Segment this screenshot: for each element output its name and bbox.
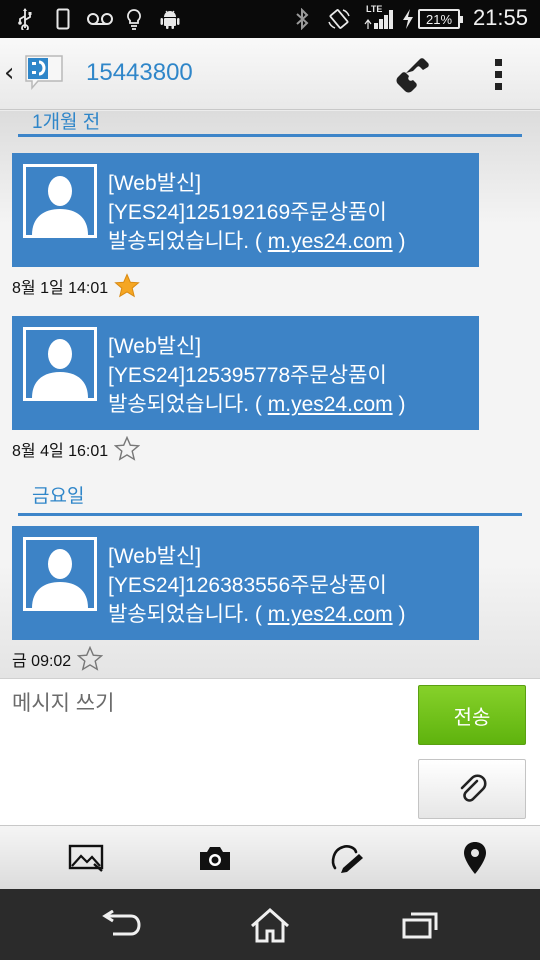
message-link[interactable]: m.yes24.com bbox=[268, 603, 393, 626]
message-line: [YES24]125395778주문상품이 bbox=[108, 364, 387, 387]
message-timestamp: 금 09:02 bbox=[12, 653, 72, 670]
sketch-icon[interactable] bbox=[326, 838, 366, 878]
message-text: [Web발신] [YES24]125395778주문상품이 발송되었습니다. (… bbox=[108, 332, 473, 419]
message-text-fragment: 발송되었습니다. ( bbox=[108, 230, 268, 253]
message-line: [Web발신] bbox=[108, 172, 202, 195]
message-text-fragment: ) bbox=[392, 603, 406, 626]
status-clock: 21:55 bbox=[472, 5, 528, 30]
date-header-label: 1개월 전 bbox=[32, 112, 101, 133]
contact-avatar-icon[interactable] bbox=[23, 164, 97, 238]
message-bubble[interactable]: [Web발신] [YES24]125192169주문상품이 발송되었습니다. (… bbox=[12, 153, 479, 267]
status-bar: LTE 21% 21:55 bbox=[0, 0, 540, 38]
message-line: [YES24]125192169주문상품이 bbox=[108, 201, 387, 224]
message-line: [Web발신] bbox=[108, 335, 202, 358]
conversation-header: ‹ 15443800 bbox=[0, 38, 540, 110]
message-link[interactable]: m.yes24.com bbox=[268, 393, 393, 416]
message-meta: 8월 4일 16:01 bbox=[12, 434, 141, 464]
message-line: 발송되었습니다. ( m.yes24.com ) bbox=[108, 600, 473, 629]
message-timestamp: 8월 4일 16:01 bbox=[12, 443, 109, 460]
charging-icon bbox=[400, 8, 416, 30]
contact-avatar-icon[interactable] bbox=[23, 327, 97, 401]
message-bubble[interactable]: [Web발신] [YES24]125395778주문상품이 발송되었습니다. (… bbox=[12, 316, 479, 430]
date-header: 1개월 전 bbox=[18, 111, 522, 137]
message-text-fragment: ) bbox=[392, 230, 406, 253]
paperclip-icon bbox=[460, 774, 487, 802]
bulb-icon bbox=[124, 8, 144, 30]
message-text: [Web발신] [YES24]125192169주문상품이 발송되었습니다. (… bbox=[108, 169, 473, 256]
message-line: 발송되었습니다. ( m.yes24.com ) bbox=[108, 390, 473, 419]
message-list[interactable]: 1개월 전 [Web발신] [YES24]125192169주문상품이 발송되었… bbox=[0, 111, 540, 678]
message-line: 발송되었습니다. ( m.yes24.com ) bbox=[108, 227, 473, 256]
usb-icon bbox=[14, 8, 36, 30]
overflow-menu-icon[interactable] bbox=[484, 56, 512, 94]
rotate-icon bbox=[326, 8, 352, 30]
messaging-app-icon[interactable] bbox=[22, 53, 64, 91]
message-line: [Web발신] bbox=[108, 545, 202, 568]
date-header-label: 금요일 bbox=[32, 486, 85, 507]
home-icon[interactable] bbox=[245, 903, 295, 947]
camera-icon[interactable] bbox=[195, 838, 235, 878]
attach-button[interactable] bbox=[418, 759, 526, 819]
compose-area: 메시지 쓰기 전송 bbox=[0, 678, 540, 825]
android-icon bbox=[158, 8, 182, 30]
message-link[interactable]: m.yes24.com bbox=[268, 230, 393, 253]
battery-percent: 21% bbox=[425, 11, 453, 27]
attachment-toolbar bbox=[0, 825, 540, 889]
message-timestamp: 8월 1일 14:01 bbox=[12, 280, 109, 297]
star-outline-icon[interactable] bbox=[114, 436, 141, 462]
message-text-fragment: 발송되었습니다. ( bbox=[108, 603, 268, 626]
message-text-fragment: 발송되었습니다. ( bbox=[108, 393, 268, 416]
recents-icon[interactable] bbox=[395, 903, 445, 947]
message-meta: 금 09:02 bbox=[12, 644, 104, 674]
message-meta: 8월 1일 14:01 bbox=[12, 271, 140, 301]
message-input[interactable]: 메시지 쓰기 bbox=[12, 687, 402, 817]
back-icon[interactable] bbox=[96, 903, 146, 947]
voicemail-icon bbox=[86, 8, 114, 30]
system-nav-bar bbox=[0, 889, 540, 960]
network-type-label: LTE bbox=[366, 4, 383, 14]
message-text-fragment: ) bbox=[392, 393, 406, 416]
star-filled-icon[interactable] bbox=[114, 273, 140, 299]
contact-number[interactable]: 15443800 bbox=[86, 59, 193, 87]
message-bubble[interactable]: [Web발신] [YES24]126383556주문상품이 발송되었습니다. (… bbox=[12, 526, 479, 640]
message-line: [YES24]126383556주문상품이 bbox=[108, 574, 387, 597]
phone-icon[interactable] bbox=[390, 52, 436, 96]
send-button[interactable]: 전송 bbox=[418, 685, 526, 745]
image-icon[interactable] bbox=[66, 838, 106, 878]
back-chevron-icon[interactable]: ‹ bbox=[4, 58, 14, 88]
phone-storage-icon bbox=[54, 8, 72, 30]
star-outline-icon[interactable] bbox=[77, 646, 104, 672]
contact-avatar-icon[interactable] bbox=[23, 537, 97, 611]
message-text: [Web발신] [YES24]126383556주문상품이 발송되었습니다. (… bbox=[108, 542, 473, 629]
date-header: 금요일 bbox=[18, 481, 522, 516]
signal-icon: LTE bbox=[364, 4, 396, 30]
battery-icon: 21% bbox=[418, 9, 463, 29]
location-pin-icon[interactable] bbox=[455, 838, 495, 878]
bluetooth-icon bbox=[292, 8, 312, 30]
